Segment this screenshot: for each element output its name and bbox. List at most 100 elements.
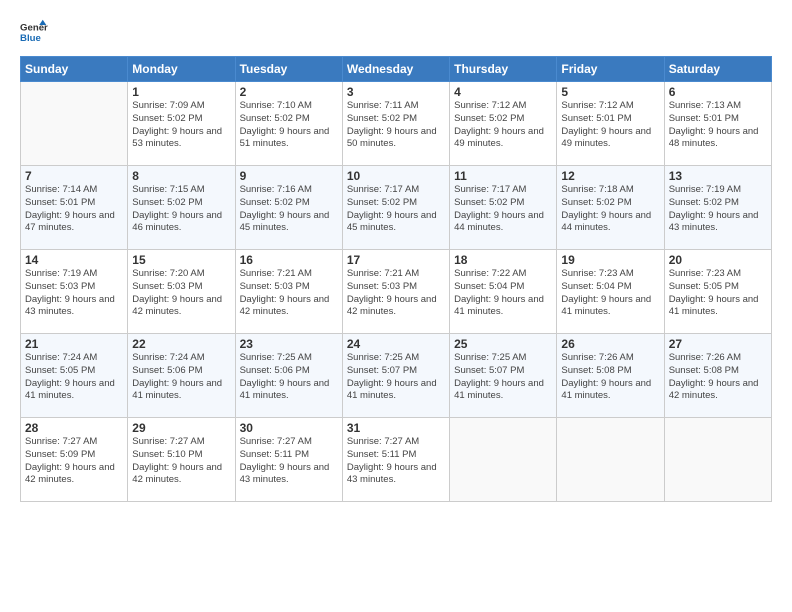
calendar-cell: 6Sunrise: 7:13 AMSunset: 5:01 PMDaylight… <box>664 82 771 166</box>
day-number: 19 <box>561 253 659 267</box>
day-number: 3 <box>347 85 445 99</box>
col-header-friday: Friday <box>557 57 664 82</box>
day-number: 7 <box>25 169 123 183</box>
day-info: Sunrise: 7:16 AMSunset: 5:02 PMDaylight:… <box>240 184 338 235</box>
calendar-cell <box>21 82 128 166</box>
calendar-cell <box>450 418 557 502</box>
calendar-cell: 9Sunrise: 7:16 AMSunset: 5:02 PMDaylight… <box>235 166 342 250</box>
calendar-cell: 14Sunrise: 7:19 AMSunset: 5:03 PMDayligh… <box>21 250 128 334</box>
day-info: Sunrise: 7:11 AMSunset: 5:02 PMDaylight:… <box>347 100 445 151</box>
calendar-cell <box>664 418 771 502</box>
day-number: 1 <box>132 85 230 99</box>
day-number: 18 <box>454 253 552 267</box>
calendar-cell: 7Sunrise: 7:14 AMSunset: 5:01 PMDaylight… <box>21 166 128 250</box>
day-number: 21 <box>25 337 123 351</box>
week-row-4: 28Sunrise: 7:27 AMSunset: 5:09 PMDayligh… <box>21 418 772 502</box>
day-info: Sunrise: 7:09 AMSunset: 5:02 PMDaylight:… <box>132 100 230 151</box>
header: General Blue <box>20 18 772 46</box>
day-number: 9 <box>240 169 338 183</box>
day-number: 22 <box>132 337 230 351</box>
day-number: 15 <box>132 253 230 267</box>
day-number: 23 <box>240 337 338 351</box>
logo-icon: General Blue <box>20 18 48 46</box>
calendar: SundayMondayTuesdayWednesdayThursdayFrid… <box>20 56 772 502</box>
svg-text:Blue: Blue <box>20 33 41 44</box>
calendar-cell: 11Sunrise: 7:17 AMSunset: 5:02 PMDayligh… <box>450 166 557 250</box>
calendar-cell <box>557 418 664 502</box>
day-number: 28 <box>25 421 123 435</box>
day-info: Sunrise: 7:27 AMSunset: 5:09 PMDaylight:… <box>25 436 123 487</box>
day-info: Sunrise: 7:20 AMSunset: 5:03 PMDaylight:… <box>132 268 230 319</box>
day-info: Sunrise: 7:17 AMSunset: 5:02 PMDaylight:… <box>347 184 445 235</box>
day-number: 24 <box>347 337 445 351</box>
calendar-cell: 31Sunrise: 7:27 AMSunset: 5:11 PMDayligh… <box>342 418 449 502</box>
calendar-cell: 22Sunrise: 7:24 AMSunset: 5:06 PMDayligh… <box>128 334 235 418</box>
calendar-cell: 8Sunrise: 7:15 AMSunset: 5:02 PMDaylight… <box>128 166 235 250</box>
day-info: Sunrise: 7:25 AMSunset: 5:07 PMDaylight:… <box>347 352 445 403</box>
day-number: 25 <box>454 337 552 351</box>
day-info: Sunrise: 7:27 AMSunset: 5:11 PMDaylight:… <box>240 436 338 487</box>
day-info: Sunrise: 7:19 AMSunset: 5:03 PMDaylight:… <box>25 268 123 319</box>
day-number: 30 <box>240 421 338 435</box>
calendar-cell: 27Sunrise: 7:26 AMSunset: 5:08 PMDayligh… <box>664 334 771 418</box>
day-number: 17 <box>347 253 445 267</box>
col-header-tuesday: Tuesday <box>235 57 342 82</box>
day-number: 5 <box>561 85 659 99</box>
week-row-2: 14Sunrise: 7:19 AMSunset: 5:03 PMDayligh… <box>21 250 772 334</box>
week-row-0: 1Sunrise: 7:09 AMSunset: 5:02 PMDaylight… <box>21 82 772 166</box>
day-number: 12 <box>561 169 659 183</box>
col-header-wednesday: Wednesday <box>342 57 449 82</box>
calendar-cell: 12Sunrise: 7:18 AMSunset: 5:02 PMDayligh… <box>557 166 664 250</box>
day-info: Sunrise: 7:13 AMSunset: 5:01 PMDaylight:… <box>669 100 767 151</box>
col-header-saturday: Saturday <box>664 57 771 82</box>
col-header-monday: Monday <box>128 57 235 82</box>
calendar-cell: 2Sunrise: 7:10 AMSunset: 5:02 PMDaylight… <box>235 82 342 166</box>
calendar-cell: 18Sunrise: 7:22 AMSunset: 5:04 PMDayligh… <box>450 250 557 334</box>
calendar-cell: 19Sunrise: 7:23 AMSunset: 5:04 PMDayligh… <box>557 250 664 334</box>
day-info: Sunrise: 7:18 AMSunset: 5:02 PMDaylight:… <box>561 184 659 235</box>
col-header-sunday: Sunday <box>21 57 128 82</box>
day-info: Sunrise: 7:24 AMSunset: 5:05 PMDaylight:… <box>25 352 123 403</box>
day-number: 20 <box>669 253 767 267</box>
calendar-header-row: SundayMondayTuesdayWednesdayThursdayFrid… <box>21 57 772 82</box>
day-info: Sunrise: 7:17 AMSunset: 5:02 PMDaylight:… <box>454 184 552 235</box>
day-number: 10 <box>347 169 445 183</box>
calendar-cell: 26Sunrise: 7:26 AMSunset: 5:08 PMDayligh… <box>557 334 664 418</box>
day-number: 31 <box>347 421 445 435</box>
logo: General Blue <box>20 18 48 46</box>
day-number: 8 <box>132 169 230 183</box>
day-number: 13 <box>669 169 767 183</box>
calendar-cell: 10Sunrise: 7:17 AMSunset: 5:02 PMDayligh… <box>342 166 449 250</box>
day-info: Sunrise: 7:26 AMSunset: 5:08 PMDaylight:… <box>669 352 767 403</box>
calendar-cell: 17Sunrise: 7:21 AMSunset: 5:03 PMDayligh… <box>342 250 449 334</box>
day-number: 27 <box>669 337 767 351</box>
week-row-1: 7Sunrise: 7:14 AMSunset: 5:01 PMDaylight… <box>21 166 772 250</box>
calendar-cell: 30Sunrise: 7:27 AMSunset: 5:11 PMDayligh… <box>235 418 342 502</box>
day-number: 4 <box>454 85 552 99</box>
day-number: 6 <box>669 85 767 99</box>
day-info: Sunrise: 7:12 AMSunset: 5:02 PMDaylight:… <box>454 100 552 151</box>
page: General Blue SundayMondayTuesdayWednesda… <box>0 0 792 612</box>
day-info: Sunrise: 7:21 AMSunset: 5:03 PMDaylight:… <box>347 268 445 319</box>
calendar-cell: 28Sunrise: 7:27 AMSunset: 5:09 PMDayligh… <box>21 418 128 502</box>
day-number: 14 <box>25 253 123 267</box>
calendar-cell: 15Sunrise: 7:20 AMSunset: 5:03 PMDayligh… <box>128 250 235 334</box>
day-info: Sunrise: 7:27 AMSunset: 5:10 PMDaylight:… <box>132 436 230 487</box>
day-info: Sunrise: 7:25 AMSunset: 5:07 PMDaylight:… <box>454 352 552 403</box>
day-info: Sunrise: 7:26 AMSunset: 5:08 PMDaylight:… <box>561 352 659 403</box>
calendar-cell: 29Sunrise: 7:27 AMSunset: 5:10 PMDayligh… <box>128 418 235 502</box>
calendar-cell: 25Sunrise: 7:25 AMSunset: 5:07 PMDayligh… <box>450 334 557 418</box>
day-number: 29 <box>132 421 230 435</box>
day-info: Sunrise: 7:10 AMSunset: 5:02 PMDaylight:… <box>240 100 338 151</box>
calendar-cell: 23Sunrise: 7:25 AMSunset: 5:06 PMDayligh… <box>235 334 342 418</box>
day-number: 2 <box>240 85 338 99</box>
col-header-thursday: Thursday <box>450 57 557 82</box>
calendar-cell: 21Sunrise: 7:24 AMSunset: 5:05 PMDayligh… <box>21 334 128 418</box>
calendar-cell: 20Sunrise: 7:23 AMSunset: 5:05 PMDayligh… <box>664 250 771 334</box>
day-info: Sunrise: 7:23 AMSunset: 5:04 PMDaylight:… <box>561 268 659 319</box>
day-info: Sunrise: 7:23 AMSunset: 5:05 PMDaylight:… <box>669 268 767 319</box>
day-number: 16 <box>240 253 338 267</box>
day-number: 11 <box>454 169 552 183</box>
calendar-cell: 16Sunrise: 7:21 AMSunset: 5:03 PMDayligh… <box>235 250 342 334</box>
day-info: Sunrise: 7:22 AMSunset: 5:04 PMDaylight:… <box>454 268 552 319</box>
